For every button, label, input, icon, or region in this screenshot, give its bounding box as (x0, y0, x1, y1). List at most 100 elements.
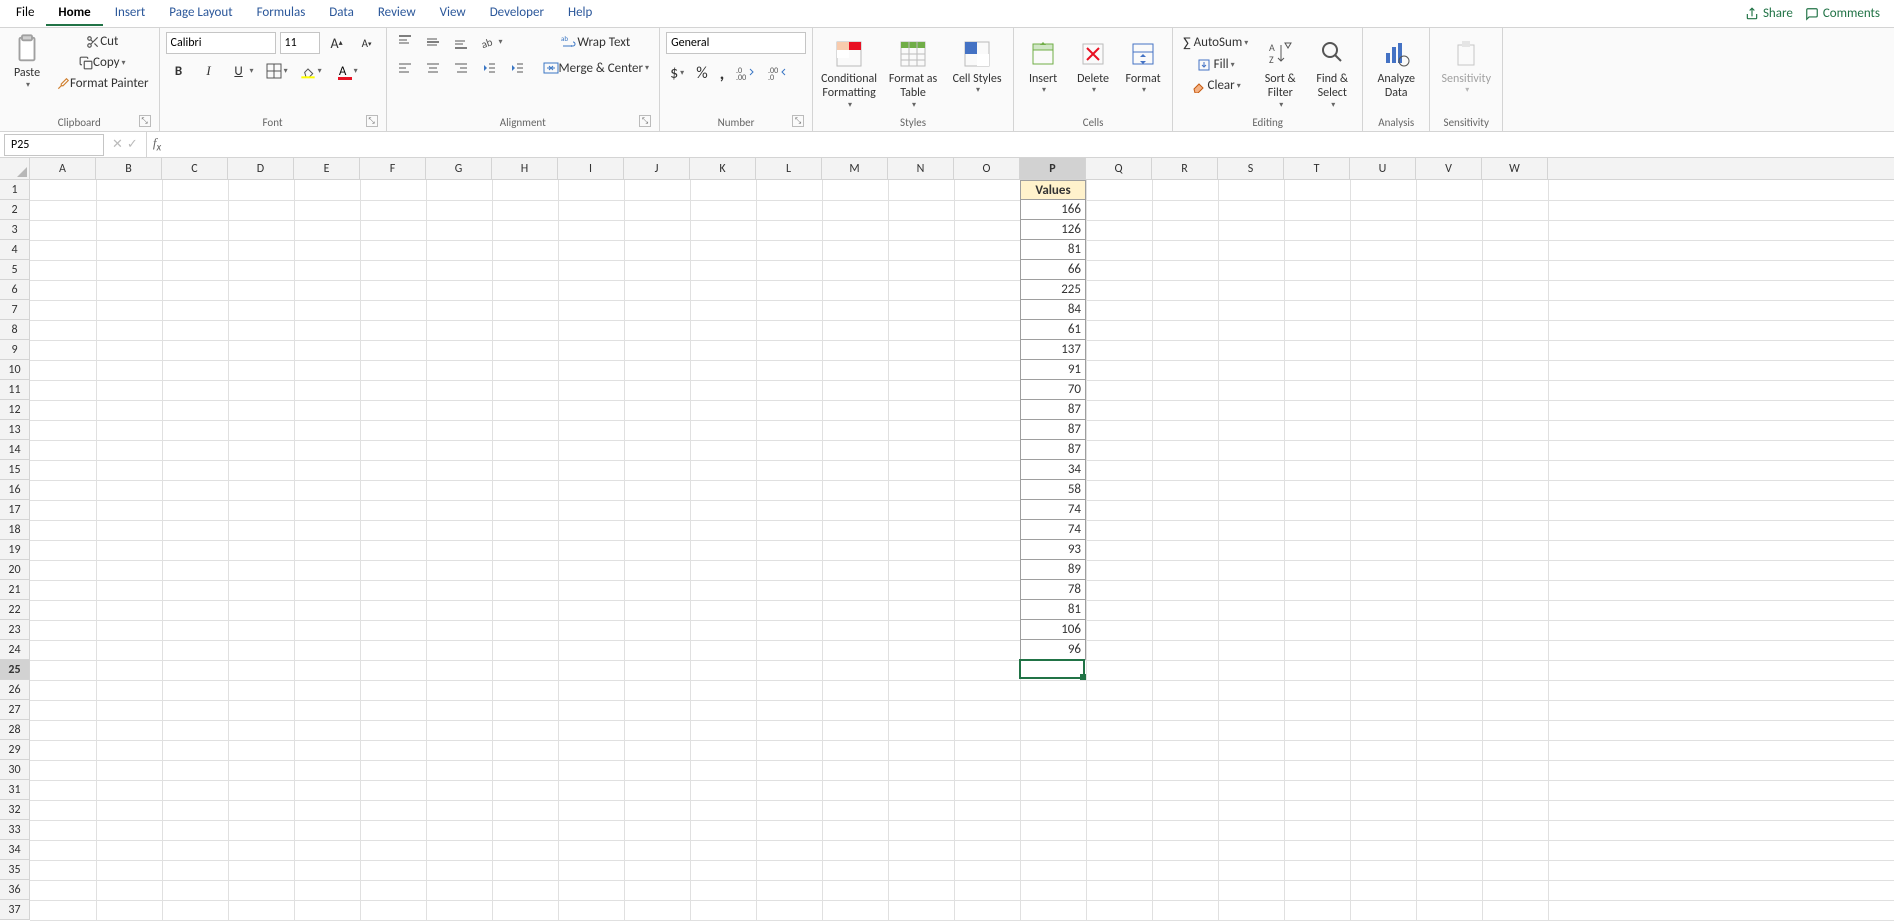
delete-cells-button[interactable]: Delete (1070, 32, 1116, 100)
column-header-K[interactable]: K (690, 158, 756, 179)
paste-button[interactable]: Paste (6, 32, 48, 90)
row-header-27[interactable]: 27 (0, 700, 29, 720)
cell-P3[interactable]: 126 (1020, 220, 1086, 240)
row-header-20[interactable]: 20 (0, 560, 29, 580)
row-header-28[interactable]: 28 (0, 720, 29, 740)
find-select-button[interactable]: Find & Select (1308, 32, 1356, 114)
row-header-11[interactable]: 11 (0, 380, 29, 400)
cancel-formula-button[interactable]: ✕ (112, 137, 123, 152)
cell-P16[interactable]: 58 (1020, 480, 1086, 500)
align-bottom-button[interactable] (449, 32, 473, 52)
fill-color-button[interactable] (296, 61, 326, 81)
column-header-I[interactable]: I (558, 158, 624, 179)
autosum-button[interactable]: ∑ AutoSum (1179, 32, 1252, 53)
name-box[interactable] (4, 134, 104, 156)
cell-P22[interactable]: 81 (1020, 600, 1086, 620)
row-header-29[interactable]: 29 (0, 740, 29, 760)
select-all-corner[interactable] (0, 158, 30, 180)
cell-P11[interactable]: 70 (1020, 380, 1086, 400)
row-header-32[interactable]: 32 (0, 800, 29, 820)
clear-button[interactable]: Clear (1179, 76, 1252, 95)
tab-data[interactable]: Data (317, 1, 366, 26)
cell-P10[interactable]: 91 (1020, 360, 1086, 380)
tab-view[interactable]: View (428, 1, 478, 26)
column-header-G[interactable]: G (426, 158, 492, 179)
font-name-input[interactable] (166, 32, 276, 54)
sensitivity-button[interactable]: Sensitivity (1436, 32, 1496, 100)
decrease-font-button[interactable]: A▾ (354, 32, 380, 54)
tab-page-layout[interactable]: Page Layout (157, 1, 244, 26)
increase-indent-button[interactable] (505, 58, 529, 78)
column-header-Q[interactable]: Q (1086, 158, 1152, 179)
underline-button[interactable]: U (226, 60, 258, 82)
row-header-10[interactable]: 10 (0, 360, 29, 380)
font-dialog-launcher[interactable]: ⤡ (366, 115, 378, 127)
analyze-data-button[interactable]: Analyze Data (1369, 32, 1423, 105)
format-cells-button[interactable]: Format (1120, 32, 1166, 100)
row-header-1[interactable]: 1 (0, 180, 29, 200)
column-header-U[interactable]: U (1350, 158, 1416, 179)
cell-P2[interactable]: 166 (1020, 200, 1086, 220)
number-dialog-launcher[interactable]: ⤡ (792, 115, 804, 127)
row-header-33[interactable]: 33 (0, 820, 29, 840)
row-header-23[interactable]: 23 (0, 620, 29, 640)
fx-icon[interactable]: fx (147, 135, 167, 154)
sort-filter-button[interactable]: AZ Sort & Filter (1256, 32, 1304, 114)
row-header-30[interactable]: 30 (0, 760, 29, 780)
comma-button[interactable]: , (716, 60, 729, 86)
cells-area[interactable]: Values1661268166225846113791708787873458… (30, 180, 1894, 920)
tab-help[interactable]: Help (556, 1, 604, 26)
cell-P7[interactable]: 84 (1020, 300, 1086, 320)
align-center-button[interactable] (421, 58, 445, 78)
column-header-T[interactable]: T (1284, 158, 1350, 179)
row-header-19[interactable]: 19 (0, 540, 29, 560)
column-header-A[interactable]: A (30, 158, 96, 179)
cell-P14[interactable]: 87 (1020, 440, 1086, 460)
cell-P12[interactable]: 87 (1020, 400, 1086, 420)
column-header-B[interactable]: B (96, 158, 162, 179)
row-header-25[interactable]: 25 (0, 660, 29, 680)
merge-center-button[interactable]: Merge & Center (539, 58, 654, 78)
column-header-D[interactable]: D (228, 158, 294, 179)
fill-button[interactable]: Fill (1179, 55, 1252, 74)
row-header-21[interactable]: 21 (0, 580, 29, 600)
copy-button[interactable]: Copy (52, 53, 153, 72)
row-header-4[interactable]: 4 (0, 240, 29, 260)
insert-cells-button[interactable]: Insert (1020, 32, 1066, 100)
row-header-35[interactable]: 35 (0, 860, 29, 880)
column-header-L[interactable]: L (756, 158, 822, 179)
alignment-dialog-launcher[interactable]: ⤡ (639, 115, 651, 127)
cell-styles-button[interactable]: Cell Styles (947, 32, 1007, 100)
cell-P20[interactable]: 89 (1020, 560, 1086, 580)
row-header-31[interactable]: 31 (0, 780, 29, 800)
tab-developer[interactable]: Developer (478, 1, 556, 26)
column-header-O[interactable]: O (954, 158, 1020, 179)
row-header-36[interactable]: 36 (0, 880, 29, 900)
row-header-3[interactable]: 3 (0, 220, 29, 240)
row-header-5[interactable]: 5 (0, 260, 29, 280)
cell-P1[interactable]: Values (1020, 180, 1086, 200)
column-header-H[interactable]: H (492, 158, 558, 179)
tab-file[interactable]: File (4, 1, 46, 26)
row-header-26[interactable]: 26 (0, 680, 29, 700)
format-as-table-button[interactable]: Format as Table (883, 32, 943, 114)
row-header-7[interactable]: 7 (0, 300, 29, 320)
column-header-E[interactable]: E (294, 158, 360, 179)
row-header-17[interactable]: 17 (0, 500, 29, 520)
share-button[interactable]: Share (1745, 6, 1793, 21)
row-header-34[interactable]: 34 (0, 840, 29, 860)
row-header-8[interactable]: 8 (0, 320, 29, 340)
row-header-16[interactable]: 16 (0, 480, 29, 500)
comments-button[interactable]: Comments (1805, 6, 1880, 21)
column-header-S[interactable]: S (1218, 158, 1284, 179)
increase-font-button[interactable]: A▴ (324, 32, 350, 54)
italic-button[interactable]: I (196, 60, 222, 82)
number-format-select[interactable] (666, 32, 806, 54)
align-right-button[interactable] (449, 58, 473, 78)
accounting-format-button[interactable]: $ (666, 62, 688, 85)
cell-P23[interactable]: 106 (1020, 620, 1086, 640)
row-header-37[interactable]: 37 (0, 900, 29, 920)
column-header-N[interactable]: N (888, 158, 954, 179)
cell-P18[interactable]: 74 (1020, 520, 1086, 540)
orientation-button[interactable]: ab (477, 32, 507, 52)
